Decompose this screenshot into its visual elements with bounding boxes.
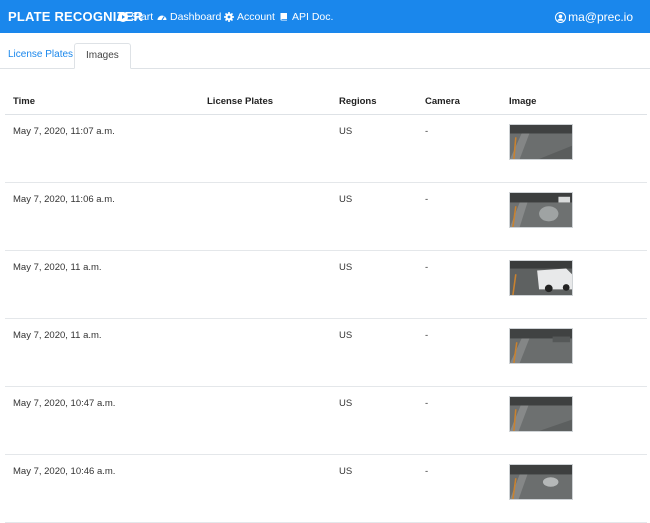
tab-images[interactable]: Images [74,43,131,69]
image-thumbnail[interactable] [509,260,573,296]
cell-camera: - [417,182,501,251]
cell-time: May 7, 2020, 11 a.m. [5,318,199,387]
table-row: May 7, 2020, 11 a.m. US - [5,318,647,387]
cell-region: US [331,250,417,319]
nav-start-label: Start [131,11,154,23]
nav-account-label: Account [237,11,275,23]
nav-api-doc-label: API Doc. [292,11,334,23]
tab-license-plates[interactable]: License Plates [1,43,80,67]
nav-account[interactable]: Account [224,11,275,23]
cell-region: US [331,386,417,455]
image-thumbnail[interactable] [509,192,573,228]
column-header-regions: Regions [331,88,417,115]
navbar: PLATE RECOGNIZER Start Dashboard Account… [0,0,650,33]
table-row: May 7, 2020, 11:07 a.m. US - [5,114,647,183]
column-header-image: Image [501,88,647,115]
column-header-time: Time [5,88,199,115]
user-menu[interactable]: ma@prec.io [555,10,633,24]
images-table: Time License Plates Regions Camera Image… [5,88,647,523]
play-circle-icon [118,12,128,22]
nav-start[interactable]: Start [118,11,153,23]
cell-region: US [331,318,417,387]
cell-plates [199,318,331,387]
cell-plates [199,250,331,319]
cell-time: May 7, 2020, 11 a.m. [5,250,199,319]
nav-api-doc[interactable]: API Doc. [279,11,333,23]
cell-plates [199,114,331,183]
cell-plates [199,454,331,523]
user-email: ma@prec.io [568,10,633,24]
nav-dashboard[interactable]: Dashboard [157,11,221,23]
cell-camera: - [417,454,501,523]
book-icon [279,12,289,22]
nav-dashboard-label: Dashboard [170,11,222,23]
cell-time: May 7, 2020, 11:07 a.m. [5,114,199,183]
cell-region: US [331,114,417,183]
column-header-license-plates: License Plates [199,88,331,115]
cell-region: US [331,454,417,523]
cell-time: May 7, 2020, 10:47 a.m. [5,386,199,455]
cell-plates [199,182,331,251]
table-row: May 7, 2020, 10:47 a.m. US - [5,386,647,455]
image-thumbnail[interactable] [509,396,573,432]
cell-camera: - [417,114,501,183]
image-thumbnail[interactable] [509,328,573,364]
image-thumbnail[interactable] [509,464,573,500]
column-header-camera: Camera [417,88,501,115]
cell-time: May 7, 2020, 10:46 a.m. [5,454,199,523]
tab-bar: License Plates Images [0,43,650,69]
cell-region: US [331,182,417,251]
table-row: May 7, 2020, 11 a.m. US - [5,250,647,319]
gear-icon [224,12,234,22]
cell-plates [199,386,331,455]
table-row: May 7, 2020, 10:46 a.m. US - [5,454,647,523]
cell-camera: - [417,318,501,387]
table-header-row: Time License Plates Regions Camera Image [5,88,647,115]
user-circle-icon [555,11,567,23]
cell-camera: - [417,386,501,455]
table-row: May 7, 2020, 11:06 a.m. US - [5,182,647,251]
cell-time: May 7, 2020, 11:06 a.m. [5,182,199,251]
image-thumbnail[interactable] [509,124,573,160]
cell-camera: - [417,250,501,319]
dashboard-icon [157,12,167,22]
